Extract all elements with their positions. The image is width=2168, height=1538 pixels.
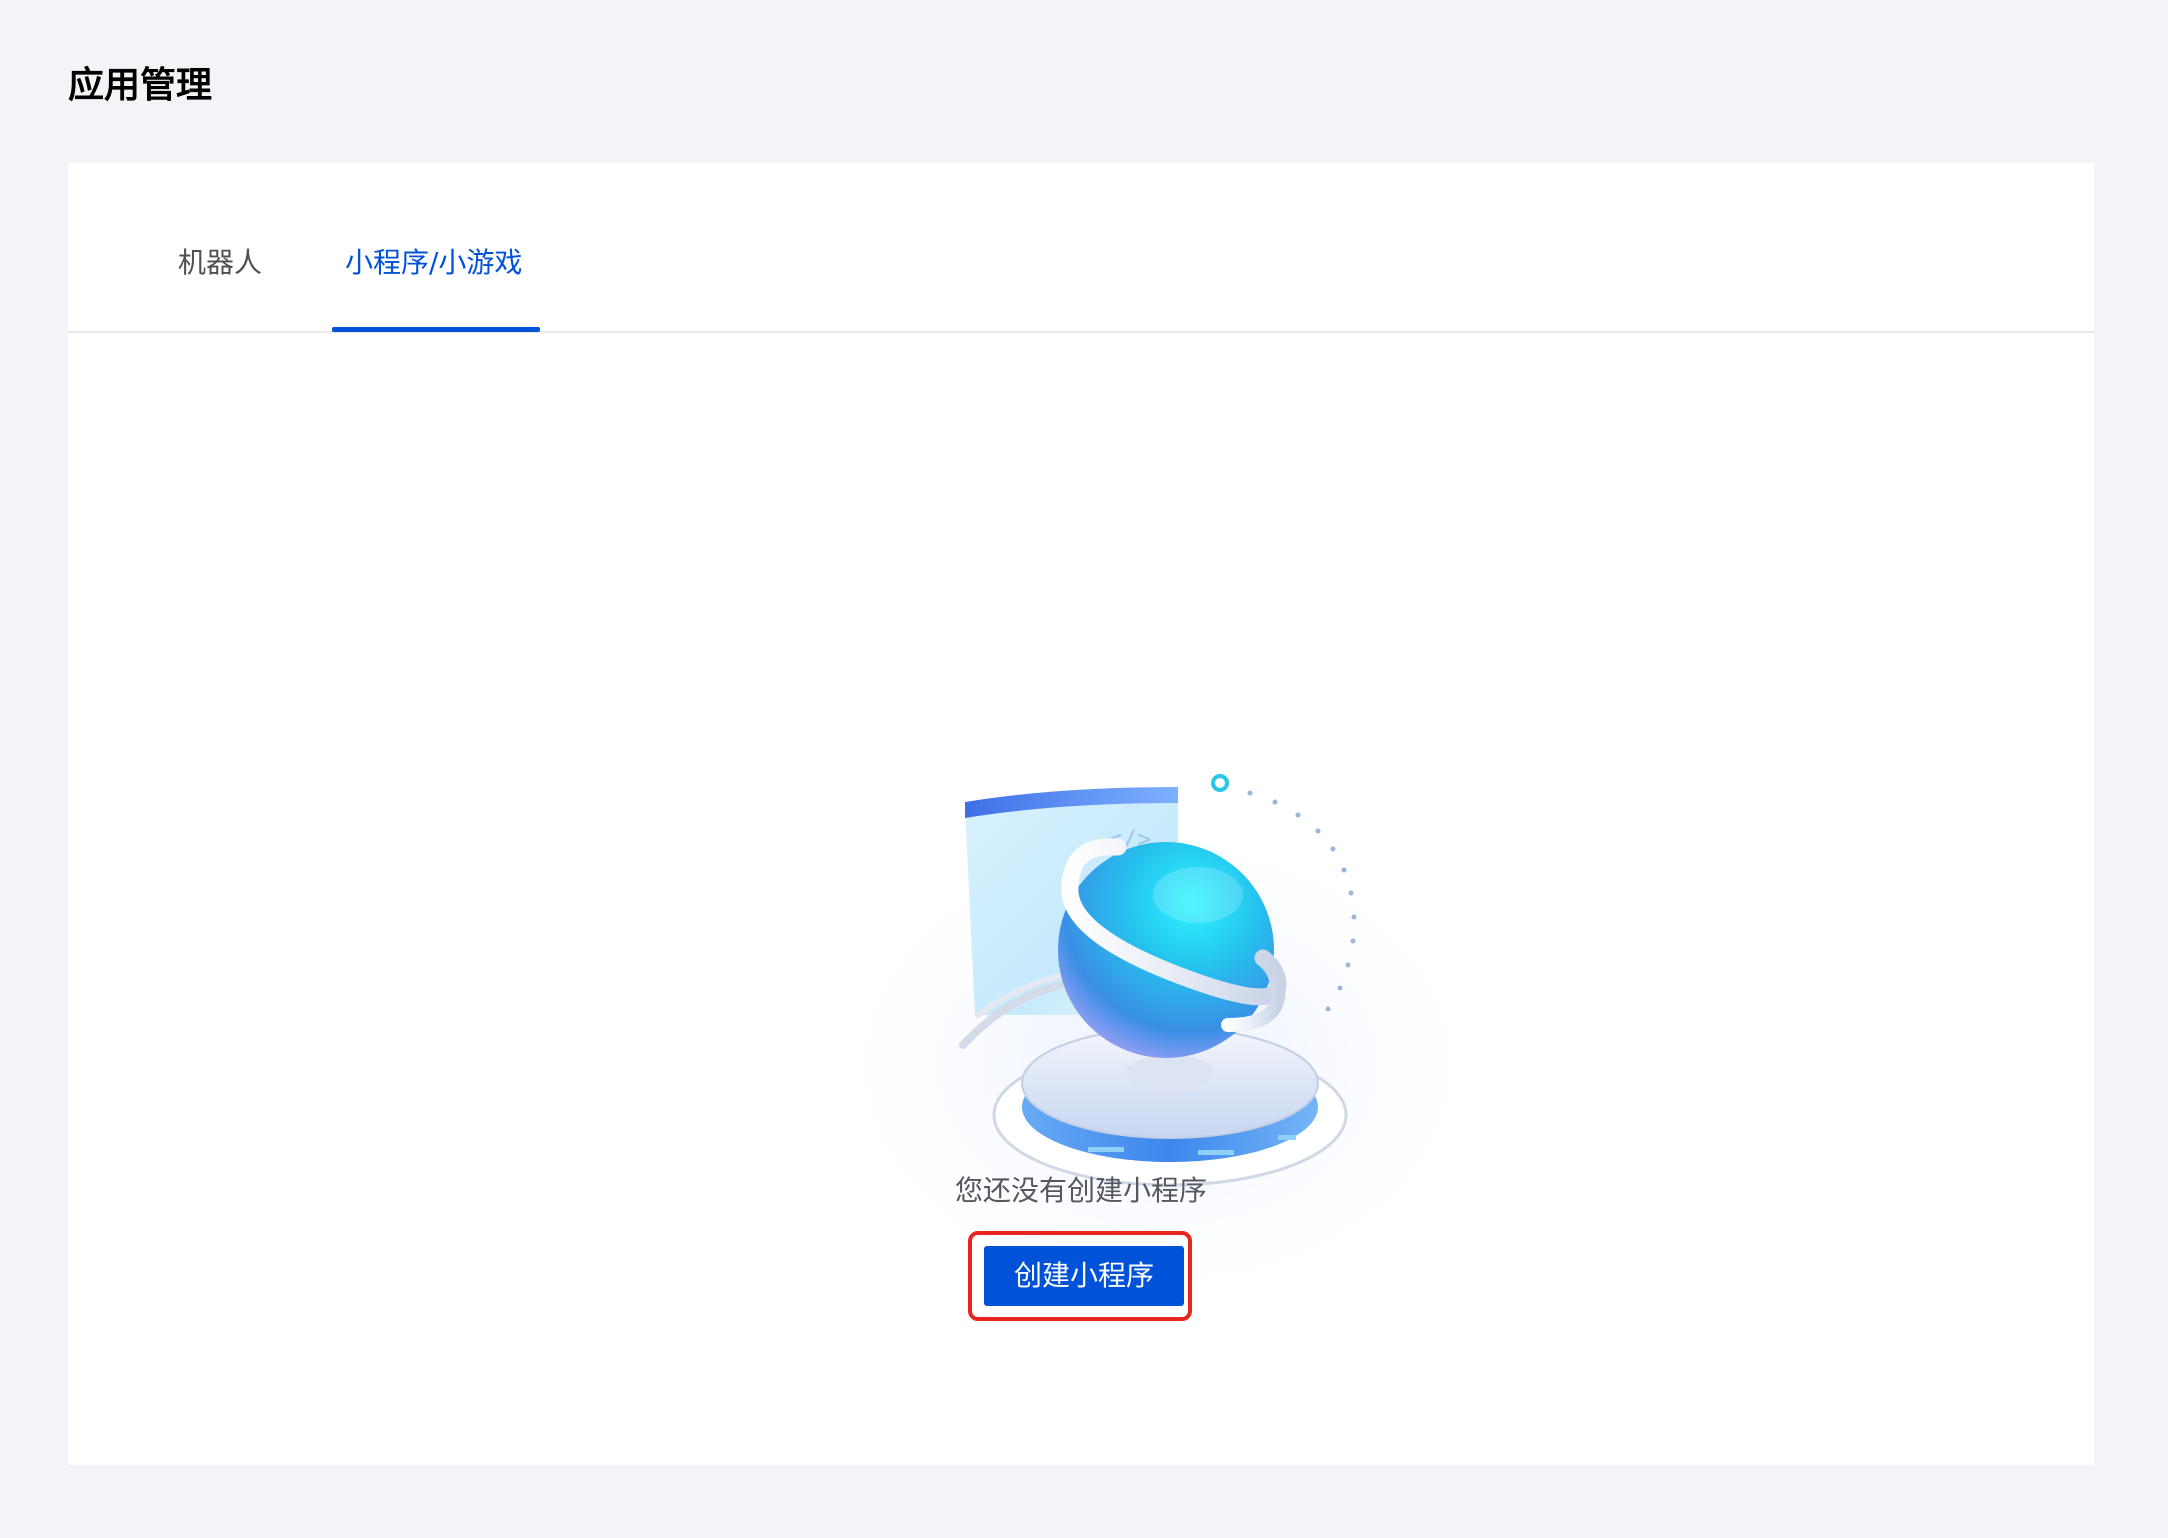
tab-mini-program-game[interactable]: 小程序/小游戏 bbox=[345, 243, 522, 283]
active-tab-indicator bbox=[332, 327, 540, 332]
create-mini-program-button[interactable]: 创建小程序 bbox=[984, 1246, 1184, 1306]
create-button-highlight: 创建小程序 bbox=[968, 1231, 1192, 1321]
empty-state-message: 您还没有创建小程序 bbox=[954, 1174, 1207, 1207]
tab-bar: 机器人 小程序/小游戏 bbox=[68, 163, 2094, 333]
tab-robot[interactable]: 机器人 bbox=[178, 243, 262, 283]
content-card: 机器人 小程序/小游戏 </> 您还没有创建小程序 创建小程序 bbox=[68, 163, 2094, 1465]
page-title: 应用管理 bbox=[68, 65, 213, 106]
